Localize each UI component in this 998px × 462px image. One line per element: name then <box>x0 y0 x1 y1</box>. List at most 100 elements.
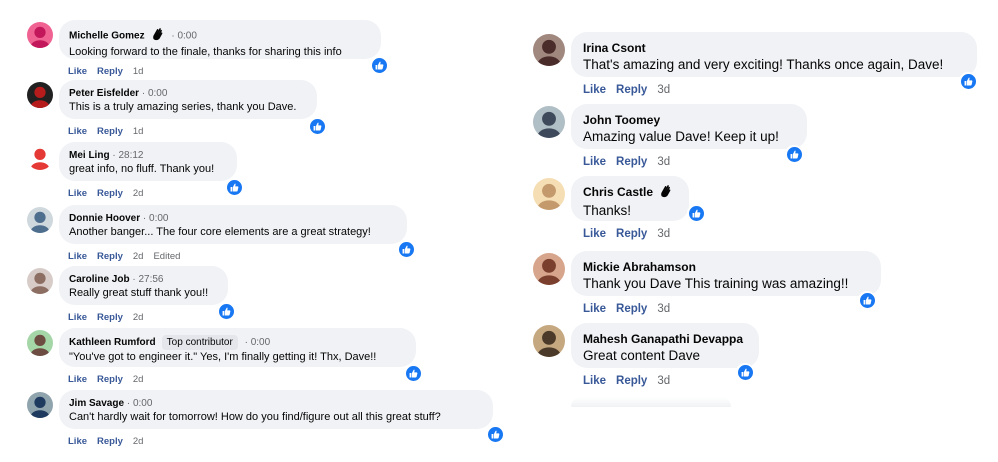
comment-text: Looking forward to the finale, thanks fo… <box>69 46 342 58</box>
reply-button[interactable]: Reply <box>97 188 123 199</box>
like-button[interactable]: Like <box>583 156 606 168</box>
like-button[interactable]: Like <box>68 312 87 323</box>
avatar[interactable] <box>27 22 53 48</box>
comment-text: Thanks! <box>583 203 632 218</box>
video-timestamp[interactable]: 0:00 <box>148 88 167 99</box>
author-name[interactable]: Peter Eisfelder <box>69 88 139 99</box>
reply-button[interactable]: Reply <box>97 66 123 77</box>
like-button[interactable]: Like <box>583 303 606 315</box>
avatar[interactable] <box>27 268 53 294</box>
like-button[interactable]: Like <box>68 188 87 199</box>
avatar[interactable] <box>27 82 53 108</box>
avatar[interactable] <box>533 106 565 138</box>
wave-icon <box>659 184 673 202</box>
comment-actions: Like Reply 3d <box>583 84 680 96</box>
like-button[interactable]: Like <box>68 126 87 137</box>
video-timestamp[interactable]: 27:56 <box>138 274 163 285</box>
reply-button[interactable]: Reply <box>616 84 647 96</box>
video-timestamp[interactable]: 0:00 <box>251 337 270 348</box>
author-name[interactable]: Chris Castle <box>583 185 653 199</box>
thumbs-up-icon <box>688 205 704 221</box>
reaction-badge[interactable] <box>370 56 388 74</box>
reply-button[interactable]: Reply <box>97 436 123 447</box>
avatar[interactable] <box>27 207 53 233</box>
comment-text: Another banger... The four core elements… <box>69 226 371 238</box>
comment-header: Donnie Hoover · 0:00 <box>69 212 397 225</box>
comment-age[interactable]: 1d <box>133 66 144 77</box>
reaction-badge[interactable] <box>217 302 235 320</box>
thumbs-up-icon <box>226 179 242 195</box>
avatar[interactable] <box>27 392 53 418</box>
comment-actions: Like Reply 2d <box>68 436 153 447</box>
reaction-badge[interactable] <box>404 364 422 382</box>
comment-header: Irina Csont <box>583 40 965 56</box>
like-button[interactable]: Like <box>68 374 87 385</box>
reply-button[interactable]: Reply <box>97 126 123 137</box>
comment-age[interactable]: 3d <box>657 228 670 240</box>
reply-button[interactable]: Reply <box>616 228 647 240</box>
comment-age[interactable]: 2d <box>133 251 144 262</box>
reply-button[interactable]: Reply <box>97 251 123 262</box>
author-name[interactable]: Donnie Hoover <box>69 213 140 224</box>
avatar[interactable] <box>27 144 53 170</box>
avatar[interactable] <box>533 34 565 66</box>
video-timestamp[interactable]: 0:00 <box>177 31 196 42</box>
avatar[interactable] <box>533 325 565 357</box>
comment-bubble: Mahesh Ganapathi Devappa Great content Da… <box>571 323 759 368</box>
reaction-badge[interactable] <box>397 240 415 258</box>
comment-bubble: Jim Savage · 0:00 Can't hardly wait for t… <box>59 390 493 429</box>
like-button[interactable]: Like <box>68 436 87 447</box>
reply-button[interactable]: Reply <box>97 374 123 385</box>
like-button[interactable]: Like <box>583 84 606 96</box>
video-timestamp[interactable]: 28:12 <box>118 150 143 161</box>
author-name[interactable]: Mickie Abrahamson <box>583 260 696 274</box>
comment-bubble: Mei Ling · 28:12 great info, no fluff. Th… <box>59 142 237 181</box>
reaction-badge[interactable] <box>736 363 754 381</box>
thumbs-up-icon <box>786 146 802 162</box>
author-name[interactable]: Michelle Gomez <box>69 31 145 42</box>
like-button[interactable]: Like <box>68 251 87 262</box>
author-name[interactable]: Caroline Job <box>69 274 130 285</box>
author-name[interactable]: Jim Savage <box>69 398 124 409</box>
comment-age[interactable]: 1d <box>133 126 144 137</box>
like-button[interactable]: Like <box>583 228 606 240</box>
reaction-badge[interactable] <box>225 178 243 196</box>
comment-age[interactable]: 3d <box>657 84 670 96</box>
reaction-badge[interactable] <box>308 117 326 135</box>
reaction-badge[interactable] <box>486 425 504 443</box>
comment-age[interactable]: 2d <box>133 312 144 323</box>
avatar[interactable] <box>533 253 565 285</box>
comment-age[interactable]: 2d <box>133 436 144 447</box>
like-button[interactable]: Like <box>583 375 606 387</box>
comment-age[interactable]: 3d <box>657 303 670 315</box>
author-name[interactable]: Kathleen Rumford <box>69 337 156 348</box>
comment-age[interactable]: 2d <box>133 188 144 199</box>
reaction-badge[interactable] <box>959 72 977 90</box>
comment-header: Mahesh Ganapathi Devappa <box>583 331 747 347</box>
reply-button[interactable]: Reply <box>616 303 647 315</box>
separator-dot: · <box>124 398 133 409</box>
video-timestamp[interactable]: 0:00 <box>133 398 152 409</box>
comment-age[interactable]: 3d <box>657 156 670 168</box>
reply-button[interactable]: Reply <box>616 156 647 168</box>
comment-bubble: John Toomey Amazing value Dave! Keep it u… <box>571 104 807 149</box>
separator-dot: · <box>140 213 150 224</box>
avatar[interactable] <box>27 330 53 356</box>
author-name[interactable]: John Toomey <box>583 113 660 127</box>
reaction-badge[interactable] <box>687 204 705 222</box>
thumbs-up-icon <box>859 292 875 308</box>
comment-bubble: Michelle Gomez · 0:00 Looking forward to … <box>59 20 381 59</box>
comment-text: Thank you Dave This training was amazing… <box>583 276 849 291</box>
comment-age[interactable]: 2d <box>133 374 144 385</box>
author-name[interactable]: Mahesh Ganapathi Devappa <box>583 332 743 346</box>
video-timestamp[interactable]: 0:00 <box>149 213 168 224</box>
author-name[interactable]: Mei Ling <box>69 150 110 161</box>
comment-age[interactable]: 3d <box>657 375 670 387</box>
reply-button[interactable]: Reply <box>97 312 123 323</box>
reaction-badge[interactable] <box>785 145 803 163</box>
reaction-badge[interactable] <box>858 291 876 309</box>
author-name[interactable]: Irina Csont <box>583 41 646 55</box>
avatar[interactable] <box>533 178 565 210</box>
reply-button[interactable]: Reply <box>616 375 647 387</box>
like-button[interactable]: Like <box>68 66 87 77</box>
